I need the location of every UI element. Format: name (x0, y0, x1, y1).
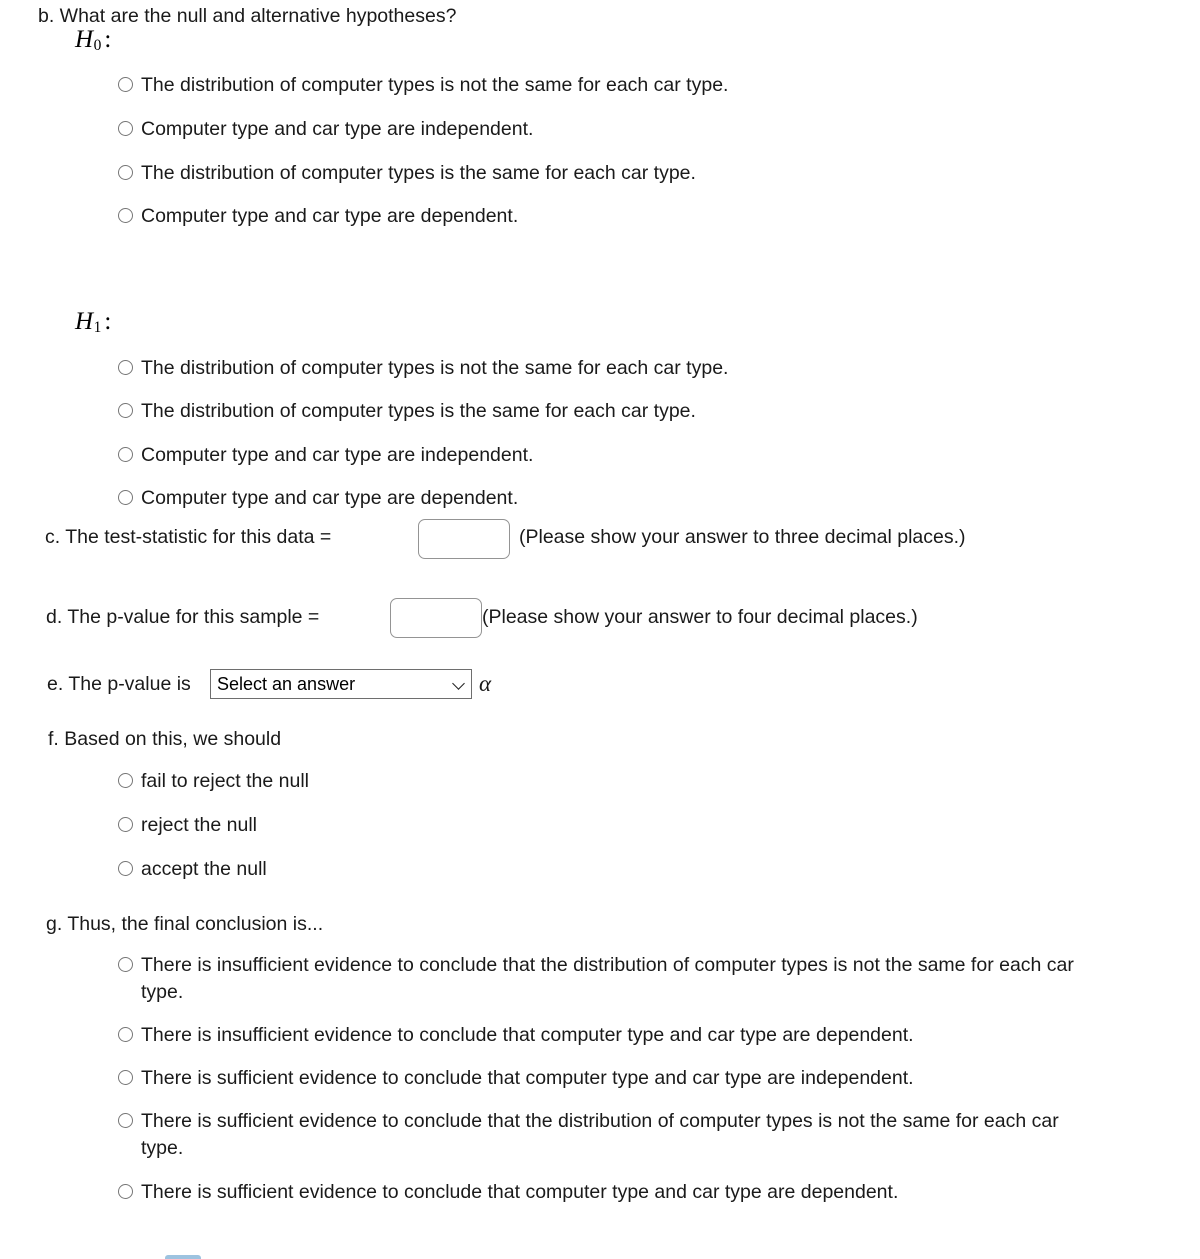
final-conclusion-option-0[interactable]: There is insufficient evidence to conclu… (118, 952, 1118, 1005)
h1-option-2-label: Computer type and car type are independe… (141, 444, 534, 466)
h1-option-3[interactable]: Computer type and car type are dependent… (118, 485, 1118, 512)
p-value-input[interactable] (390, 598, 482, 638)
test-statistic-input[interactable] (418, 519, 510, 559)
radio-icon[interactable] (118, 121, 133, 136)
radio-icon[interactable] (118, 1070, 133, 1085)
final-conclusion-option-4[interactable]: There is sufficient evidence to conclude… (118, 1179, 1118, 1206)
question-g-label: g. Thus, the final conclusion is... (46, 913, 324, 935)
radio-icon[interactable] (118, 861, 133, 876)
h1-colon: : (104, 308, 112, 335)
question-d-hint: (Please show your answer to four decimal… (482, 606, 918, 628)
question-f-label: f. Based on this, we should (48, 728, 282, 750)
h0-option-1-label: Computer type and car type are independe… (141, 118, 534, 140)
h0-option-3[interactable]: Computer type and car type are dependent… (118, 203, 1118, 230)
h1-option-3-label: Computer type and car type are dependent… (141, 487, 519, 509)
radio-icon[interactable] (118, 360, 133, 375)
h0-option-0-label: The distribution of computer types is no… (141, 74, 729, 96)
conclusion-action-option-2[interactable]: accept the null (118, 856, 918, 883)
question-e-label: e. The p-value is (47, 673, 191, 695)
h0-option-2-label: The distribution of computer types is th… (141, 162, 696, 184)
question-c-hint: (Please show your answer to three decima… (519, 526, 966, 548)
radio-icon[interactable] (118, 957, 133, 972)
radio-icon[interactable] (118, 447, 133, 462)
radio-icon[interactable] (118, 208, 133, 223)
final-conclusion-option-3-label: There is sufficient evidence to conclude… (141, 1110, 1059, 1159)
submit-button[interactable] (165, 1255, 201, 1259)
null-hypothesis-label: H0: (75, 26, 111, 60)
h1-option-1-label: The distribution of computer types is th… (141, 400, 696, 422)
h1-option-2[interactable]: Computer type and car type are independe… (118, 442, 1118, 469)
final-conclusion-option-2[interactable]: There is sufficient evidence to conclude… (118, 1065, 1118, 1092)
h0-option-3-label: Computer type and car type are dependent… (141, 205, 519, 227)
radio-icon[interactable] (118, 77, 133, 92)
conclusion-action-option-1-label: reject the null (141, 814, 257, 836)
select-value: Select an answer (217, 674, 356, 694)
h0-option-1[interactable]: Computer type and car type are independe… (118, 116, 1118, 143)
final-conclusion-option-1[interactable]: There is insufficient evidence to conclu… (118, 1022, 1118, 1049)
h1-option-0[interactable]: The distribution of computer types is no… (118, 355, 1118, 382)
radio-icon[interactable] (118, 490, 133, 505)
radio-icon[interactable] (118, 773, 133, 788)
h1-option-1[interactable]: The distribution of computer types is th… (118, 398, 1118, 425)
question-c-label: c. The test-statistic for this data = (45, 526, 332, 548)
h0-symbol: H (75, 26, 94, 53)
radio-icon[interactable] (118, 1027, 133, 1042)
radio-icon[interactable] (118, 817, 133, 832)
chevron-down-icon[interactable] (453, 677, 467, 691)
radio-icon[interactable] (118, 165, 133, 180)
final-conclusion-option-0-label: There is insufficient evidence to conclu… (141, 954, 1074, 1003)
conclusion-action-option-0-label: fail to reject the null (141, 770, 310, 792)
conclusion-action-option-2-label: accept the null (141, 858, 267, 880)
h1-symbol: H (75, 308, 94, 335)
quiz-page: b. What are the null and alternative hyp… (0, 0, 1200, 1259)
final-conclusion-option-4-label: There is sufficient evidence to conclude… (141, 1181, 899, 1203)
h0-option-0[interactable]: The distribution of computer types is no… (118, 72, 1118, 99)
final-conclusion-option-2-label: There is sufficient evidence to conclude… (141, 1067, 914, 1089)
radio-icon[interactable] (118, 403, 133, 418)
h0-option-2[interactable]: The distribution of computer types is th… (118, 160, 1118, 187)
alternative-hypothesis-label: H1: (75, 308, 111, 342)
alpha-symbol: α (479, 671, 492, 696)
radio-icon[interactable] (118, 1184, 133, 1199)
question-d-label: d. The p-value for this sample = (46, 606, 320, 628)
p-value-comparison-select[interactable]: Select an answer (210, 669, 472, 699)
h1-option-0-label: The distribution of computer types is no… (141, 357, 729, 379)
final-conclusion-option-3[interactable]: There is sufficient evidence to conclude… (118, 1108, 1118, 1161)
conclusion-action-option-0[interactable]: fail to reject the null (118, 768, 918, 795)
final-conclusion-option-1-label: There is insufficient evidence to conclu… (141, 1024, 914, 1046)
radio-icon[interactable] (118, 1113, 133, 1128)
conclusion-action-option-1[interactable]: reject the null (118, 812, 918, 839)
h0-colon: : (104, 26, 112, 53)
